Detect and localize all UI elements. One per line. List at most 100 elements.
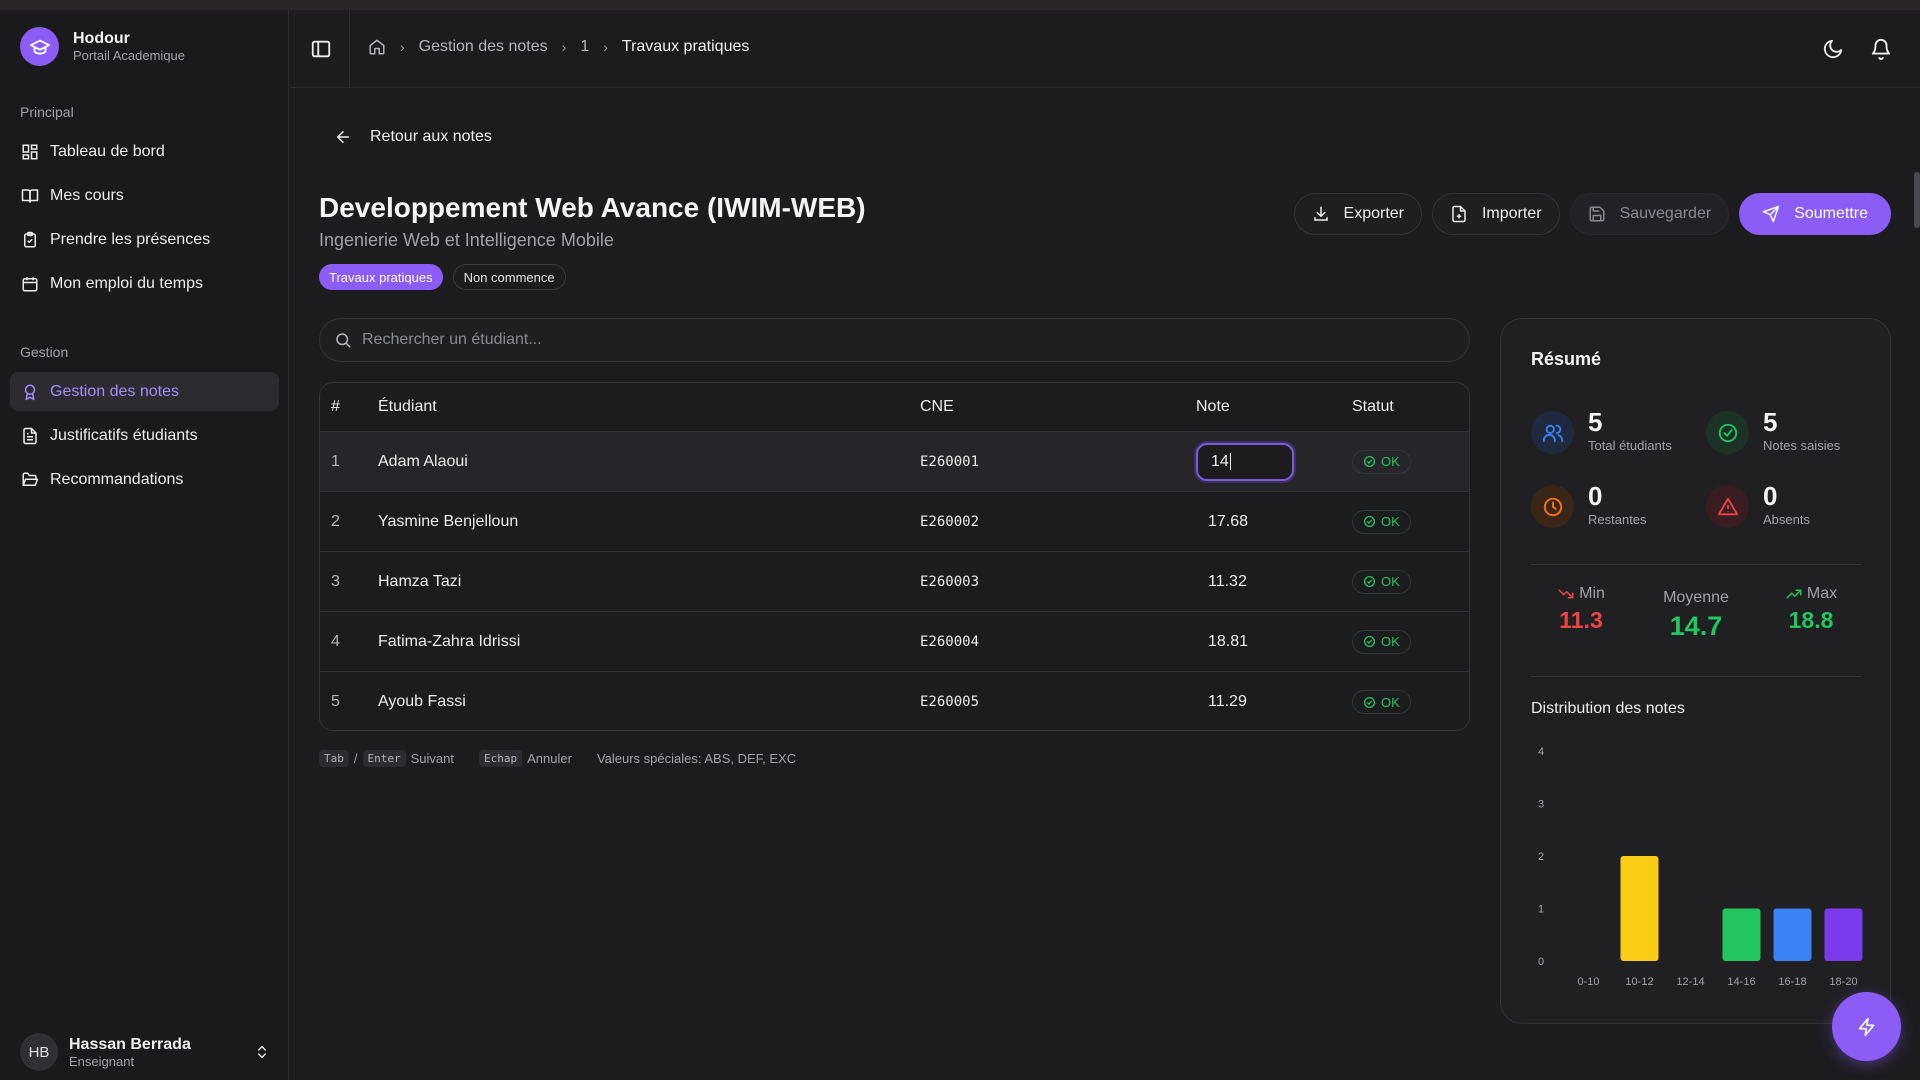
stat-label: Absents: [1763, 512, 1810, 527]
sidebar-toggle-icon[interactable]: [310, 38, 332, 60]
search-input[interactable]: [362, 331, 1362, 349]
app-name: Hodour: [73, 30, 130, 47]
moon-icon[interactable]: [1822, 38, 1844, 60]
clock-icon: [1531, 485, 1574, 528]
quick-action-button[interactable]: [1832, 992, 1901, 1061]
back-to-grades-link[interactable]: Retour aux notes: [334, 128, 492, 146]
sidebar-item-schedule[interactable]: Mon emploi du temps: [10, 264, 279, 303]
sidebar-item-label: Prendre les présences: [50, 230, 211, 248]
search-icon: [336, 333, 351, 348]
export-button[interactable]: Exporter: [1293, 193, 1422, 235]
folder-open-icon: [22, 472, 39, 486]
note-value[interactable]: 11.32: [1196, 573, 1247, 590]
breadcrumb-link-course[interactable]: 1: [580, 38, 589, 56]
row-num: 2: [331, 512, 340, 530]
check-circle-icon: [1363, 515, 1376, 528]
max-label: Max: [1806, 585, 1838, 602]
status-badge: OK: [1352, 629, 1411, 654]
y-tick-label: 4: [1538, 746, 1544, 758]
average-label: Moyenne: [1663, 589, 1729, 606]
sidebar-item-justifications[interactable]: Justificatifs étudiants: [10, 416, 279, 455]
stat-value: 0: [1588, 481, 1603, 511]
student-cne: E260005: [920, 694, 980, 710]
status-badge: OK: [1352, 690, 1411, 714]
student-name: Yasmine Benjelloun: [378, 512, 519, 530]
grade-max: Max 18.8: [1771, 585, 1851, 634]
y-tick-label: 1: [1538, 904, 1544, 916]
chevron-right-icon: ›: [400, 39, 405, 55]
tags: Travaux pratiques Non commence: [319, 264, 576, 290]
check-circle-icon: [1363, 635, 1376, 648]
stat-remaining: 0 Restantes: [1531, 481, 1647, 528]
brand[interactable]: Hodour Portail Academique: [20, 27, 185, 66]
summary-panel: Résumé 5 Total étudiants 5 Notes saisies…: [1500, 318, 1891, 1024]
col-cne[interactable]: CNE: [920, 398, 1196, 416]
save-button[interactable]: Sauvegarder: [1569, 193, 1730, 235]
save-label: Sauvegarder: [1619, 205, 1712, 222]
col-status[interactable]: Statut: [1352, 398, 1452, 416]
status-badge: OK: [1352, 569, 1411, 594]
hint-special-values: Valeurs spéciales: ABS, DEF, EXC: [596, 751, 797, 766]
import-button[interactable]: Importer: [1431, 193, 1560, 235]
window-top-strip: [0, 0, 1920, 10]
hint-next: Suivant: [410, 751, 454, 766]
col-num: #: [331, 398, 340, 415]
save-icon: [1589, 206, 1605, 222]
table-row[interactable]: 3 Hamza Tazi E260003 11.32 OK: [320, 552, 1469, 612]
sidebar-item-label: Mes cours: [50, 186, 124, 204]
sidebar: Hodour Portail Academique Principal Tabl…: [0, 10, 289, 1080]
scrollbar-thumb[interactable]: [1914, 172, 1920, 228]
bell-icon[interactable]: [1870, 38, 1892, 60]
note-input[interactable]: 14: [1196, 442, 1294, 481]
col-note[interactable]: Note: [1196, 398, 1352, 416]
bar-10-12[interactable]: [1620, 856, 1659, 961]
user-menu[interactable]: HB Hassan Berrada Enseignant: [20, 1033, 270, 1071]
book-icon: [21, 188, 39, 203]
sidebar-item-courses[interactable]: Mes cours: [10, 176, 279, 215]
sidebar-item-recommendations[interactable]: Recommandations: [10, 460, 279, 499]
note-value[interactable]: 11.29: [1196, 693, 1247, 710]
sidebar-item-dashboard[interactable]: Tableau de bord: [10, 132, 279, 171]
row-num: 5: [331, 693, 340, 710]
sidebar-item-attendance[interactable]: Prendre les présences: [10, 220, 279, 259]
bar-16-18[interactable]: [1773, 908, 1812, 962]
trending-up-icon: [1786, 589, 1802, 599]
breadcrumb-link-grades[interactable]: Gestion des notes: [419, 38, 548, 56]
sidebar-item-label: Recommandations: [50, 470, 184, 488]
table-row[interactable]: 1 Adam Alaoui E260001 14 OK: [320, 432, 1469, 492]
chevron-right-icon: ›: [603, 39, 608, 55]
header-divider: [349, 10, 350, 88]
stat-label: Notes saisies: [1763, 438, 1841, 453]
app-subtitle: Portail Academique: [73, 48, 186, 63]
note-value[interactable]: 17.68: [1196, 513, 1248, 530]
sidebar-item-grades[interactable]: Gestion des notes: [10, 372, 279, 411]
grade-min: Min 11.3: [1541, 585, 1621, 634]
sidebar-item-label: Tableau de bord: [50, 142, 165, 160]
send-icon: [1762, 205, 1780, 223]
nav-group-principal: Principal: [20, 104, 74, 120]
note-input-value: 14: [1211, 452, 1229, 470]
x-tick-label: 12-14: [1676, 976, 1704, 988]
evaluation-type-tag: Travaux pratiques: [319, 264, 443, 290]
home-icon[interactable]: [368, 38, 386, 56]
table-row[interactable]: 5 Ayoub Fassi E260005 11.29 OK: [320, 672, 1469, 730]
x-tick-label: 10-12: [1625, 976, 1653, 988]
stat-value: 5: [1763, 407, 1778, 437]
y-tick-label: 3: [1538, 799, 1544, 811]
breadcrumb-current: Travaux pratiques: [621, 38, 750, 55]
bar-14-16[interactable]: [1722, 908, 1761, 962]
sidebar-item-label: Mon emploi du temps: [50, 274, 203, 292]
min-value: 11.3: [1559, 607, 1603, 633]
bar-18-20[interactable]: [1824, 908, 1863, 962]
student-search: [319, 318, 1470, 362]
col-student[interactable]: Étudiant: [378, 398, 920, 416]
kbd-enter: Enter: [362, 750, 406, 767]
table-row[interactable]: 2 Yasmine Benjelloun E260002 17.68 OK: [320, 492, 1469, 552]
trending-down-icon: [1558, 589, 1574, 599]
text-caret: [1229, 453, 1231, 470]
grade-distribution-chart: 0 1 2 3 4 0-10 10-12 12-14 14-16 16-18 18-20: [1538, 746, 1863, 988]
submit-button[interactable]: Soumettre: [1739, 193, 1891, 235]
note-value[interactable]: 18.81: [1196, 633, 1248, 650]
avatar: HB: [20, 1033, 58, 1071]
table-row[interactable]: 4 Fatima-Zahra Idrissi E260004 18.81 OK: [320, 612, 1469, 672]
